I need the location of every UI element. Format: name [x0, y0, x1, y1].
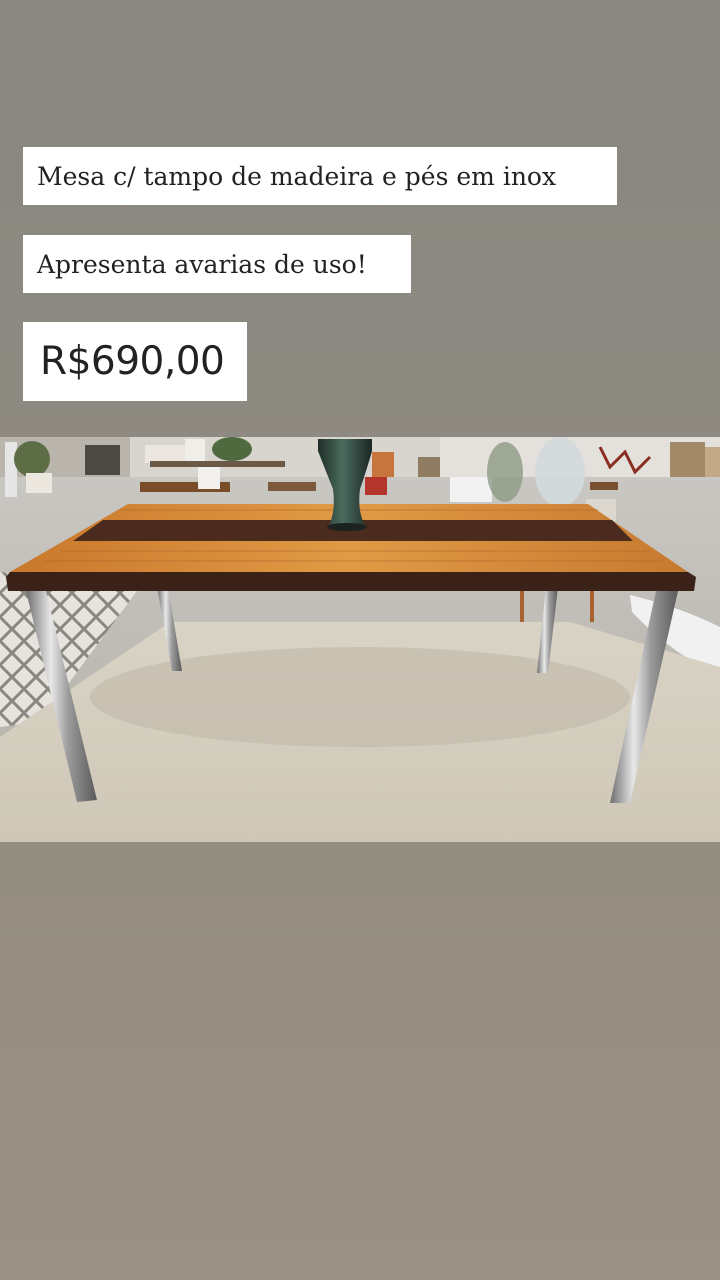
price-text: R$690,00 — [40, 339, 225, 384]
condition-caption: Apresenta avarias de uso! — [23, 235, 411, 293]
condition-text: Apresenta avarias de uso! — [37, 249, 367, 279]
price-caption: R$690,00 — [23, 322, 247, 401]
product-title-text: Mesa c/ tampo de madeira e pés em inox — [37, 161, 557, 191]
product-title-caption: Mesa c/ tampo de madeira e pés em inox — [23, 147, 617, 205]
product-photo — [0, 437, 720, 842]
